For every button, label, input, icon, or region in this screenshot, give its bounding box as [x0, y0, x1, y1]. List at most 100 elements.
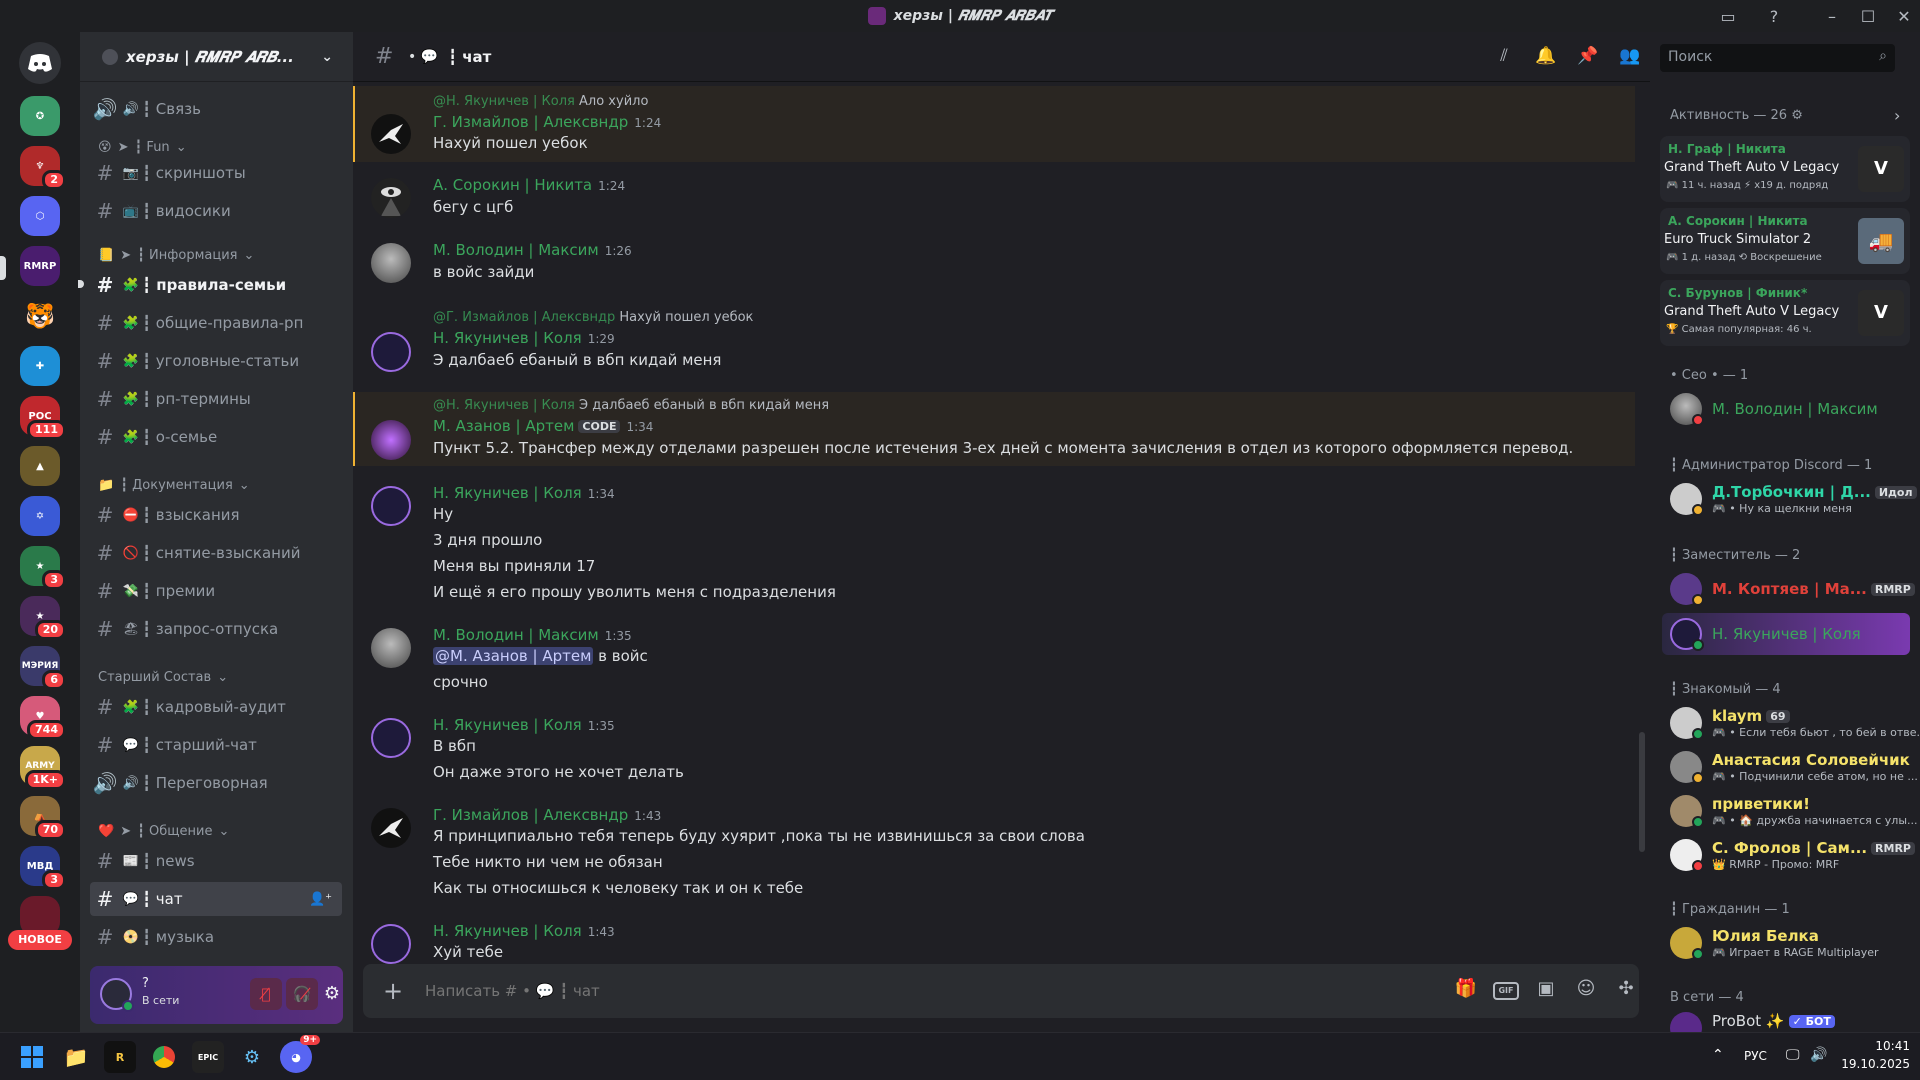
channel-vzyskaniya[interactable]: # ⛔ ┇ взыскания [90, 498, 342, 532]
category-senior[interactable]: Старший Состав ⌄ [98, 670, 228, 685]
avatar[interactable] [371, 243, 411, 283]
message-author[interactable]: Н. Якуничев | Коля 1:35 [433, 716, 615, 734]
avatar[interactable] [371, 178, 411, 218]
member-anastasia[interactable]: Анастасия Соловейчик 🎮 • Подчинили себе … [1662, 746, 1918, 788]
user-mention[interactable]: @М. Азанов | Артем [433, 647, 594, 665]
new-badge[interactable]: НОВОЕ [8, 930, 72, 950]
apps-icon[interactable]: ✣ [1613, 978, 1639, 1004]
server-3[interactable]: ⬡ [20, 196, 60, 236]
help-icon[interactable]: ? [1754, 0, 1794, 32]
avatar[interactable] [371, 924, 411, 964]
channel-skrinshoty[interactable]: # 📷 ┇ скриншоты [90, 156, 342, 190]
message-author[interactable]: Н. Якуничев | Коля 1:34 [433, 484, 615, 502]
search-input[interactable]: Поиск ⌕ [1660, 44, 1895, 72]
server-rmrp[interactable]: RMRP [20, 246, 60, 286]
emoji-icon[interactable]: ☺ [1573, 978, 1599, 1004]
activity-section-title[interactable]: Активность — 26 ⚙ [1670, 108, 1803, 123]
category-docs[interactable]: 📁 ┇ Документация ⌄ [98, 478, 250, 493]
category-social[interactable]: ❤️ ➤ ┇ Общение ⌄ [98, 824, 229, 839]
server-13[interactable]: ♥ 744 [20, 696, 66, 740]
keyboard-language[interactable]: РУС [1744, 1049, 1767, 1063]
minimize-button[interactable]: – [1812, 0, 1852, 32]
server-mvd[interactable]: МВД 3 [20, 846, 66, 890]
reply-preview[interactable]: @Г. Измайлов | Алексвндр Нахуй пошел уеб… [433, 310, 753, 325]
maximize-button[interactable]: ☐ [1848, 0, 1888, 32]
avatar[interactable] [371, 808, 411, 848]
message-author[interactable]: Н. Якуничев | Коля 1:43 [433, 922, 615, 940]
message-author[interactable]: А. Сорокин | Никита 1:24 [433, 176, 625, 194]
channel-pravila-semi[interactable]: # 🧩 ┇ правила-семьи [90, 268, 342, 302]
channel-zapros[interactable]: # 🏖 ┇ запрос-отпуска [90, 612, 342, 646]
server-ros[interactable]: РОС 111 [20, 396, 66, 440]
close-button[interactable]: ✕ [1884, 0, 1920, 32]
rockstar-icon[interactable]: R [104, 1041, 136, 1073]
avatar[interactable] [371, 718, 411, 758]
clock-date[interactable]: 19.10.2025 [1836, 1057, 1910, 1071]
server-11[interactable]: ★ 20 [20, 596, 66, 640]
server-moia[interactable]: МЭРИЯ 6 [20, 646, 66, 690]
settings-gear-icon[interactable]: ⚙ [322, 978, 342, 1010]
member-frolov[interactable]: С. Фролов | Сам... RMRP 👑 RMRP - Промо: M… [1662, 834, 1915, 876]
member-volodin[interactable]: М. Володин | Максим [1662, 388, 1910, 430]
server-10[interactable]: ★ 3 [20, 546, 66, 590]
pin-icon[interactable]: 📌 [1577, 46, 1599, 68]
discord-taskbar-icon[interactable]: ◕ 9+ [280, 1035, 320, 1073]
reply-preview[interactable]: @Н. Якуничев | Коля Ало хуйло [433, 94, 648, 109]
avatar[interactable] [371, 114, 411, 154]
activity-card[interactable]: Н. Граф | Никита Grand Theft Auto V Lega… [1660, 136, 1910, 202]
notifications-bell-icon[interactable]: 🔔 [1535, 46, 1557, 68]
clock-time[interactable]: 10:41 [1860, 1039, 1910, 1053]
category-info[interactable]: 📒 ➤ ┇ Информация ⌄ [98, 248, 254, 263]
deafen-icon[interactable]: 🎧̸ [286, 978, 318, 1010]
file-explorer-icon[interactable]: 📁 [60, 1041, 92, 1073]
reply-preview[interactable]: @Н. Якуничев | Коля Э далбаеб ебаный в в… [433, 398, 829, 413]
message-author[interactable]: Г. Измайлов | Алексвндр 1:24 [433, 113, 661, 131]
attach-plus-icon[interactable]: + [379, 977, 407, 1005]
avatar[interactable] [371, 486, 411, 526]
channel-chat[interactable]: # 💬 ┇ чат 👤⁺ [90, 882, 342, 916]
server-8[interactable]: ▲ [20, 446, 60, 486]
message-input[interactable] [423, 978, 1163, 1004]
add-member-icon[interactable]: 👤⁺ [309, 892, 332, 907]
channel-snyatie[interactable]: # 🚫 ┇ снятие-взысканий [90, 536, 342, 570]
chrome-icon[interactable] [148, 1041, 180, 1073]
member-probot[interactable]: ProBot ✨ ✓ БОТ [1662, 1007, 1910, 1032]
server-9[interactable]: ✡ [20, 496, 60, 536]
avatar[interactable] [371, 420, 411, 460]
gif-icon[interactable]: GIF [1493, 982, 1519, 1000]
network-icon[interactable]: 🖵 [1786, 1047, 1800, 1063]
activity-card[interactable]: С. Бурунов | Финик* Grand Theft Auto V L… [1660, 280, 1910, 346]
channel-vidosiki[interactable]: # 📺 ┇ видосики [90, 194, 342, 228]
epic-games-icon[interactable]: EPIC [192, 1041, 224, 1073]
member-yakunichev[interactable]: Н. Якуничев | Коля [1662, 613, 1910, 655]
steam-icon[interactable]: ⚙ [236, 1041, 268, 1073]
volume-icon[interactable]: 🔊 [1810, 1047, 1827, 1063]
channel-peregovornaya[interactable]: 🔊 🔊 ┇ Переговорная [90, 766, 342, 800]
member-koptyaev[interactable]: М. Коптяев | Ма... RMRP [1662, 568, 1915, 610]
member-klaym[interactable]: klaym 69 🎮 • Если тебя бьют , то бей в от… [1662, 702, 1920, 744]
channel-ugolovnye[interactable]: # 🧩 ┇ уголовные-статьи [90, 344, 342, 378]
channel-kadrovy[interactable]: # 🧩 ┇ кадровый-аудит [90, 690, 342, 724]
windows-start-icon[interactable] [16, 1041, 48, 1073]
channel-premii[interactable]: # 💸 ┇ премии [90, 574, 342, 608]
avatar[interactable] [371, 332, 411, 372]
avatar[interactable] [371, 628, 411, 668]
channel-muzyka[interactable]: # 📀 ┇ музыка [90, 920, 342, 954]
member-privetiki[interactable]: приветики! 🎮 • 🏠 дружба начинается с улы… [1662, 790, 1918, 832]
server-name-header[interactable]: херзы | 𝑹𝑴𝑹𝑷 𝑨𝑹𝑩... ⌄ [80, 32, 353, 82]
category-fun[interactable]: 😵 ➤ ┇ Fun ⌄ [98, 140, 187, 155]
message-author[interactable]: М. Азанов | Артем CODE 1:34 [433, 417, 653, 435]
channel-news[interactable]: # 📰 ┇ news [90, 844, 342, 878]
channel-o-semye[interactable]: # 🧩 ┇ о-семье [90, 420, 342, 454]
scrollbar[interactable] [1639, 732, 1645, 852]
inbox-icon[interactable]: ▭ [1708, 0, 1748, 32]
channel-svyaz[interactable]: 🔊 🔊 ┇ Связь [90, 92, 342, 126]
message-author[interactable]: М. Володин | Максим 1:26 [433, 241, 632, 259]
gift-icon[interactable]: 🎁 [1453, 978, 1479, 1004]
mute-mic-icon[interactable]: 🎙̸ [250, 978, 282, 1010]
member-belka[interactable]: Юлия Белка 🎮 Играет в RAGE Multiplayer [1662, 922, 1910, 964]
server-6[interactable]: ✚ [20, 346, 60, 386]
server-15[interactable]: ⛺ 70 [20, 796, 66, 840]
tray-chevron-icon[interactable]: ⌃ [1712, 1047, 1724, 1063]
channel-starshiy-chat[interactable]: # 💬 ┇ старший-чат [90, 728, 342, 762]
